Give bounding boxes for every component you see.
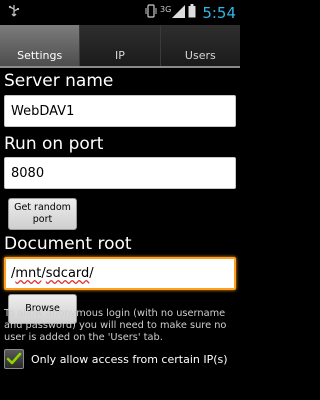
ip-restrict-row[interactable]: Only allow access from certain IP(s) — [4, 346, 228, 372]
settings-panel: Server name WebDAV1 Run on port 8080 Get… — [0, 68, 240, 400]
server-name-input[interactable]: WebDAV1 — [4, 95, 236, 127]
port-input[interactable]: 8080 — [4, 157, 236, 189]
tab-ip[interactable]: IP — [79, 25, 160, 66]
document-root-value: /mnt/sdcard/ — [11, 266, 94, 281]
document-root-input[interactable]: /mnt/sdcard/ — [4, 257, 236, 290]
signal-icon — [172, 3, 186, 22]
ip-restrict-checkbox[interactable] — [4, 349, 24, 369]
tab-users[interactable]: Users — [159, 25, 240, 66]
tab-users-label: Users — [184, 49, 216, 62]
battery-icon — [188, 3, 196, 22]
get-random-port-button[interactable]: Get random port — [8, 198, 77, 230]
ip-restrict-label: Only allow access from certain IP(s) — [31, 352, 228, 366]
status-bar: 3G 5:54 — [0, 0, 240, 25]
get-random-port-label: Get random port — [14, 202, 71, 225]
tab-ip-label: IP — [115, 49, 125, 62]
vibrate-icon — [145, 3, 157, 22]
port-value: 8080 — [11, 165, 45, 181]
anonymous-login-info: To allow anonymous login (with no userna… — [4, 308, 227, 343]
port-label: Run on port — [4, 134, 104, 154]
tab-bar: Settings IP Users — [0, 25, 240, 66]
tab-settings[interactable]: Settings — [0, 25, 80, 66]
server-name-label: Server name — [4, 71, 114, 91]
network-type-label: 3G — [160, 5, 172, 14]
document-root-label: Document root — [4, 234, 132, 254]
usb-icon — [7, 3, 21, 17]
tab-settings-label: Settings — [17, 49, 63, 62]
server-name-value: WebDAV1 — [11, 103, 75, 119]
checkmark-icon — [6, 352, 22, 365]
clock: 5:54 — [202, 3, 236, 22]
